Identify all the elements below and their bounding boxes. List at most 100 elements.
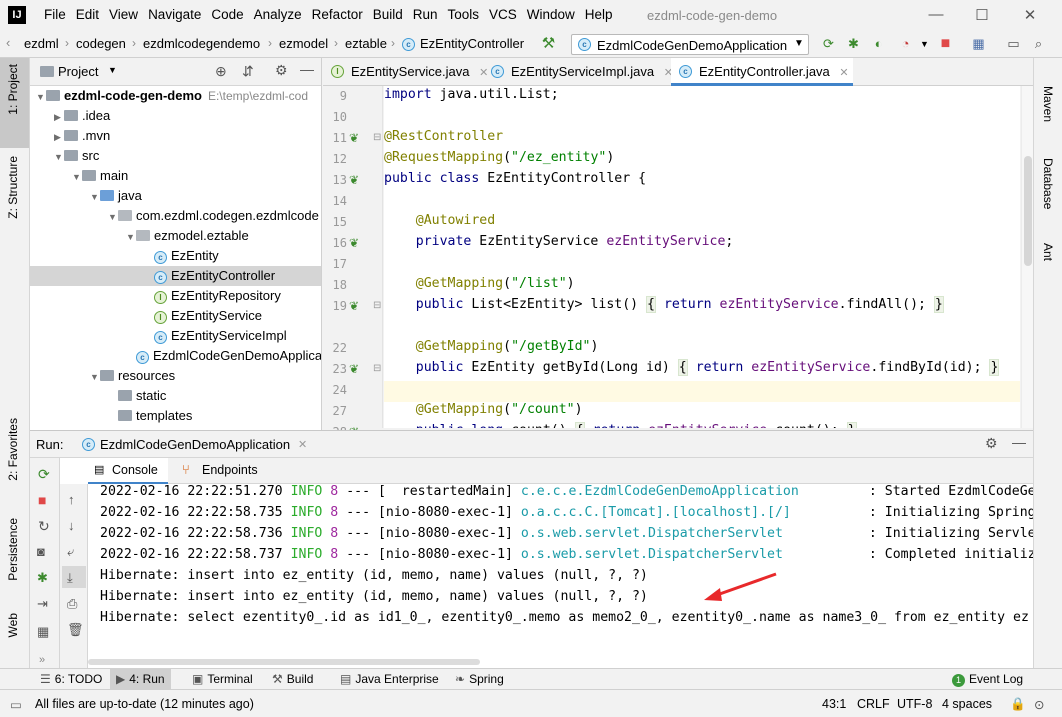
bean-icon[interactable]: ❦ [349,173,359,187]
tree-item[interactable]: ▼ ezdml-code-gen-demo E:\temp\ezdml-cod [30,86,321,107]
tree-item[interactable]: I EzEntityService [30,306,321,326]
hide-panel-icon[interactable]: — [300,61,314,77]
expand-arrow-icon[interactable]: ▼ [90,367,100,387]
print-icon[interactable]: ⎙ [67,596,77,612]
tree-item[interactable]: ▼ src [30,146,321,167]
editor-scrollbar[interactable] [1021,86,1033,428]
tool-tab-project[interactable]: 1: Project [6,64,20,115]
console-hscrollbar[interactable] [88,659,480,665]
breadcrumb-eztable[interactable]: eztable [345,36,387,51]
build-hammer-icon[interactable]: ⚒ [540,36,557,52]
gear-icon[interactable]: ⚙ [275,62,288,79]
camera-icon[interactable]: ◙ [37,544,45,559]
menu-item-window[interactable]: Window [527,7,575,22]
up-arrow-icon[interactable]: ↑ [68,492,75,507]
expand-arrow-icon[interactable]: ▼ [72,167,82,187]
maximize-icon[interactable]: ☐ [972,6,992,24]
menu-item-edit[interactable]: Edit [76,7,99,22]
tree-item[interactable]: c EzEntityController [30,266,321,286]
minimize-icon[interactable]: — [926,6,946,24]
expand-arrow-icon[interactable]: ▶ [54,107,64,127]
restore-layout-icon[interactable]: ↻ [38,518,50,535]
file-encoding[interactable]: UTF-8 [897,697,932,711]
tool-tab-web[interactable]: Web [6,613,20,637]
menu-item-navigate[interactable]: Navigate [148,7,201,22]
fold-icon[interactable]: ⊟ [373,132,381,143]
coverage-icon[interactable]: ◐ [870,36,887,52]
tree-item[interactable]: static [30,386,321,406]
tab-ezentityservice[interactable]: I EzEntityService.java ✕ [323,58,488,86]
gear-icon[interactable]: ⚙ [985,435,998,452]
menu-item-file[interactable]: File [44,7,66,22]
menu-item-analyze[interactable]: Analyze [254,7,302,22]
status-bar-toggle-icon[interactable]: ▭ [10,697,22,712]
bean-icon[interactable]: ❦ [349,299,359,313]
breadcrumb-codegen[interactable]: codegen [76,36,126,51]
notifications-icon[interactable]: ⊙ [1034,697,1044,712]
tree-item[interactable]: templates [30,406,321,426]
run-config-tab[interactable]: EzdmlCodeGenDemoApplication [100,437,290,452]
close-tab-icon[interactable]: ✕ [298,438,307,451]
bean-icon[interactable]: ❦ [349,131,359,145]
project-structure-icon[interactable]: ▦ [970,36,987,52]
collapse-all-icon[interactable]: ⇵ [242,63,254,80]
event-log-button[interactable]: 1 Event Log [952,672,1023,687]
tool-window-4-run[interactable]: ▶ 4: Run [110,669,171,690]
more-icon[interactable]: » [39,654,45,666]
line-separator[interactable]: CRLF [857,697,890,711]
fold-icon[interactable]: ⊟ [373,363,381,374]
stop-icon[interactable]: ■ [937,36,954,52]
tree-item[interactable]: ▼ resources [30,366,321,387]
tree-item[interactable]: I EzEntityRepository [30,286,321,306]
expand-arrow-icon[interactable]: ▶ [54,127,64,147]
tab-ezentitycontroller[interactable]: c EzEntityController.java ✕ [671,58,853,86]
breadcrumb-ezdml[interactable]: ezdml [24,36,59,51]
tab-endpoints[interactable]: ⑂ Endpoints [172,458,272,484]
menu-item-tools[interactable]: Tools [448,7,480,22]
tab-ezentityserviceimpl[interactable]: c EzEntityServiceImpl.java ✕ [483,58,673,86]
bean-icon[interactable]: ❦ [349,236,359,250]
close-window-icon[interactable]: ✕ [1020,6,1040,24]
tool-window-build[interactable]: ⚒ Build [272,672,313,686]
expand-arrow-icon[interactable]: ▼ [108,207,118,227]
rerun-icon[interactable]: ⟳ [820,36,837,52]
trash-icon[interactable]: 🗑 [67,622,84,638]
profiler-icon[interactable]: ◔ [897,36,914,52]
tool-tab-structure[interactable]: Z: Structure [6,156,20,219]
breadcrumb-ezentitycontroller[interactable]: EzEntityController [420,36,524,51]
stop-icon[interactable]: ■ [38,492,46,508]
chevron-down-icon[interactable]: ▼ [916,36,933,52]
menu-item-refactor[interactable]: Refactor [312,7,363,22]
run-configuration-select[interactable]: c EzdmlCodeGenDemoApplication ▼ [571,34,809,55]
tree-item[interactable]: c EzEntity [30,246,321,266]
close-tab-icon[interactable]: ✕ [839,67,848,79]
hide-panel-icon[interactable]: — [1012,434,1026,450]
debug-icon[interactable]: ✱ [845,36,862,52]
tree-item[interactable]: c EzdmlCodeGenDemoApplica [30,346,321,366]
menu-item-build[interactable]: Build [373,7,403,22]
soft-wrap-icon[interactable]: ⤶ [67,544,74,560]
tree-item[interactable]: c EzEntityServiceImpl [30,326,321,346]
expand-arrow-icon[interactable]: ▼ [126,227,136,247]
locate-icon[interactable]: ⊕ [215,63,227,80]
breadcrumb-ezmodel[interactable]: ezmodel [279,36,328,51]
fold-icon[interactable]: ⊟ [373,300,381,311]
menu-item-code[interactable]: Code [211,7,243,22]
tab-console[interactable]: ▤ Console [88,458,168,484]
scrollbar-thumb[interactable] [1024,156,1032,266]
expand-arrow-icon[interactable]: ▼ [36,87,46,107]
chevron-down-icon[interactable]: ▼ [108,65,117,75]
expand-arrow-icon[interactable]: ▼ [90,187,100,207]
tree-item[interactable]: ▼ ezmodel.eztable [30,226,321,247]
indent-setting[interactable]: 4 spaces [942,697,992,711]
console-output[interactable]: 2022-02-16 22:22:51.270 INFO 8 --- [ res… [100,484,1033,664]
bean-icon[interactable]: ❦ [349,362,359,376]
breadcrumb-ezdmlcodegendemo[interactable]: ezdmlcodegendemo [143,36,260,51]
project-panel-title[interactable]: Project [58,64,98,79]
login-icon[interactable]: ⇥ [37,596,48,612]
menu-item-help[interactable]: Help [585,7,613,22]
menu-item-view[interactable]: View [109,7,138,22]
expand-arrow-icon[interactable]: ▼ [54,147,64,167]
tree-item[interactable]: ▼ main [30,166,321,187]
scroll-to-end-icon[interactable]: ⤓ [67,570,73,586]
